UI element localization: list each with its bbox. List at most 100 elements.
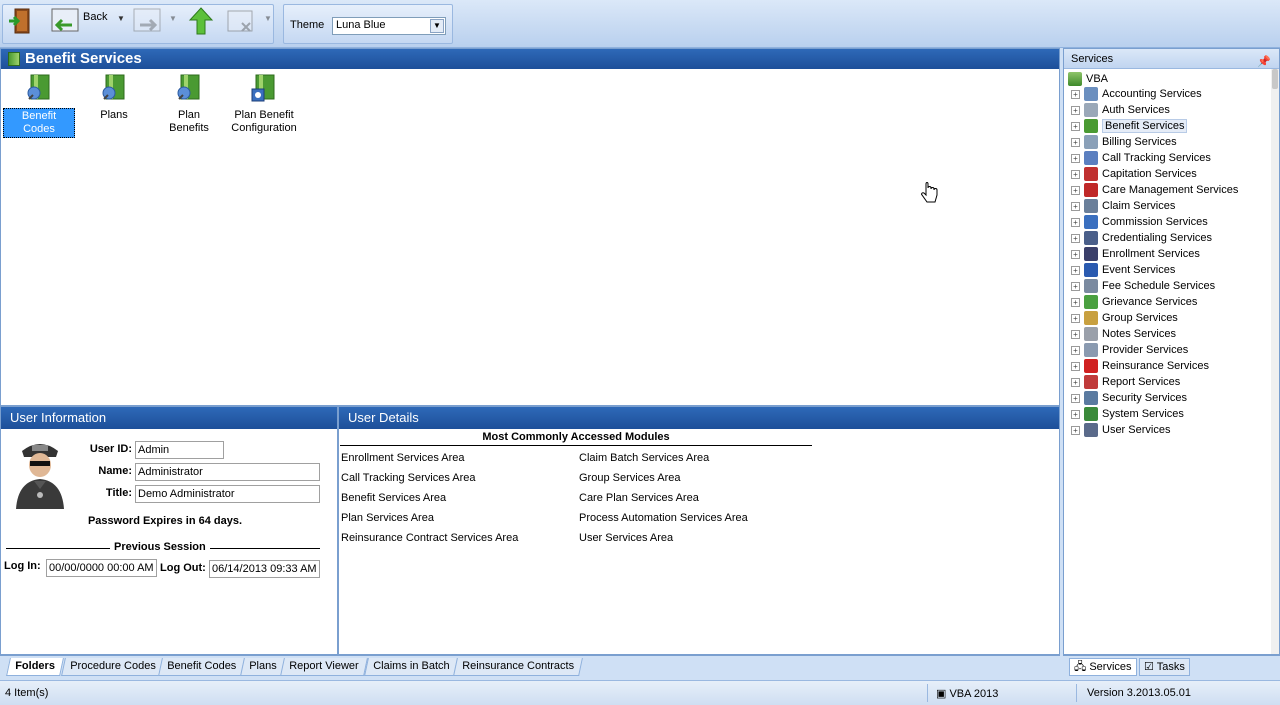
tree-item-call-tracking-services[interactable]: + Call Tracking Services xyxy=(1071,150,1211,166)
expand-icon[interactable]: + xyxy=(1071,249,1080,259)
expand-icon[interactable]: + xyxy=(1071,217,1080,227)
module-link[interactable]: Plan Services Area xyxy=(341,512,434,524)
module-link[interactable]: Claim Batch Services Area xyxy=(579,452,709,464)
tab-reinsurance-contracts[interactable]: Reinsurance Contracts xyxy=(453,658,583,676)
status-separator xyxy=(927,684,928,702)
expand-icon[interactable]: + xyxy=(1071,121,1080,131)
module-plans[interactable]: Plans xyxy=(93,73,135,123)
expand-icon[interactable]: + xyxy=(1071,345,1080,355)
tab-plans[interactable]: Plans xyxy=(240,658,286,676)
side-tab-strip: 🖧 Services ☑ Tasks xyxy=(1063,655,1280,678)
expand-icon[interactable]: + xyxy=(1071,201,1080,211)
expand-icon[interactable]: + xyxy=(1071,169,1080,179)
benefit-services-icon xyxy=(8,52,20,66)
close-window-icon[interactable] xyxy=(226,6,256,36)
tree-item-care-management-services[interactable]: + Care Management Services xyxy=(1071,182,1238,198)
tree-item-credentialing-services[interactable]: + Credentialing Services xyxy=(1071,230,1212,246)
vba-root-icon xyxy=(1068,72,1082,86)
expand-icon[interactable]: + xyxy=(1071,265,1080,275)
close-dropdown-icon[interactable]: ▼ xyxy=(264,14,272,23)
tab-claims-in-batch[interactable]: Claims in Batch xyxy=(364,658,459,676)
tree-item-user-services[interactable]: + User Services xyxy=(1071,422,1170,438)
module-link[interactable]: Reinsurance Contract Services Area xyxy=(341,532,518,544)
back-button[interactable]: Back xyxy=(83,11,107,23)
module-link[interactable]: Call Tracking Services Area xyxy=(341,472,476,484)
previous-session-heading: Previous Session xyxy=(110,541,210,553)
tree-item-grievance-services[interactable]: + Grievance Services xyxy=(1071,294,1197,310)
expand-icon[interactable]: + xyxy=(1071,425,1080,435)
notes-services-icon xyxy=(1084,327,1098,342)
expand-icon[interactable]: + xyxy=(1071,297,1080,307)
tree-item-provider-services[interactable]: + Provider Services xyxy=(1071,342,1188,358)
tasks-tab-icon: ☑ xyxy=(1144,661,1154,673)
expand-icon[interactable]: + xyxy=(1071,233,1080,243)
expand-icon[interactable]: + xyxy=(1071,329,1080,339)
expand-icon[interactable]: + xyxy=(1071,137,1080,147)
expand-icon[interactable]: + xyxy=(1071,409,1080,419)
expand-icon[interactable]: + xyxy=(1071,393,1080,403)
tree-root-vba[interactable]: VBA xyxy=(1068,72,1108,86)
back-arrow-icon[interactable] xyxy=(50,6,80,36)
tree-item-report-services[interactable]: + Report Services xyxy=(1071,374,1180,390)
version: Version 3.2013.05.01 xyxy=(1087,687,1191,699)
expand-icon[interactable]: + xyxy=(1071,313,1080,323)
module-link[interactable]: Process Automation Services Area xyxy=(579,512,748,524)
chevron-down-icon[interactable]: ▼ xyxy=(430,19,444,33)
module-link[interactable]: Care Plan Services Area xyxy=(579,492,699,504)
tree-item-capitation-services[interactable]: + Capitation Services xyxy=(1071,166,1197,182)
tree-item-notes-services[interactable]: + Notes Services xyxy=(1071,326,1176,342)
tree-item-benefit-services[interactable]: + Benefit Services xyxy=(1071,118,1188,134)
forward-dropdown-icon[interactable]: ▼ xyxy=(169,14,177,23)
theme-select[interactable]: Luna Blue ▼ xyxy=(332,17,446,35)
module-plan-benefits[interactable]: Plan Benefits xyxy=(155,73,223,136)
system-services-icon xyxy=(1084,407,1098,422)
scrollbar[interactable] xyxy=(1271,69,1279,654)
back-dropdown-icon[interactable]: ▼ xyxy=(117,14,125,23)
expand-icon[interactable]: + xyxy=(1071,153,1080,163)
expand-icon[interactable]: + xyxy=(1071,361,1080,371)
up-arrow-icon[interactable] xyxy=(186,6,216,36)
tab-benefit-codes[interactable]: Benefit Codes xyxy=(158,658,246,676)
user-information-title: User Information xyxy=(1,407,337,429)
services-panel-header: Services 📌 xyxy=(1064,49,1279,69)
security-services-icon xyxy=(1084,391,1098,406)
tree-root-label: VBA xyxy=(1086,72,1109,85)
module-benefit-codes[interactable]: Benefit Codes xyxy=(3,73,75,138)
tree-item-enrollment-services[interactable]: + Enrollment Services xyxy=(1071,246,1200,262)
tab-procedure-codes[interactable]: Procedure Codes xyxy=(61,658,165,676)
tree-item-reinsurance-services[interactable]: + Reinsurance Services xyxy=(1071,358,1209,374)
tab-label: Procedure Codes xyxy=(70,660,156,672)
user-id-label: User ID: xyxy=(89,443,132,455)
module-plan-benefit-configuration[interactable]: Plan Benefit Configuration xyxy=(229,73,299,136)
module-link[interactable]: Benefit Services Area xyxy=(341,492,446,504)
expand-icon[interactable]: + xyxy=(1071,281,1080,291)
tree-item-claim-services[interactable]: + Claim Services xyxy=(1071,198,1175,214)
expand-icon[interactable]: + xyxy=(1071,89,1080,99)
tab-folders[interactable]: Folders xyxy=(6,658,64,676)
tab-services[interactable]: 🖧 Services xyxy=(1069,658,1137,676)
exit-door-icon[interactable] xyxy=(6,6,36,36)
forward-arrow-icon[interactable] xyxy=(132,6,162,36)
tree-item-security-services[interactable]: + Security Services xyxy=(1071,390,1187,406)
tab-tasks[interactable]: ☑ Tasks xyxy=(1139,658,1190,676)
module-link[interactable]: User Services Area xyxy=(579,532,673,544)
scrollbar-thumb[interactable] xyxy=(1272,69,1278,89)
tree-item-label: Capitation Services xyxy=(1102,168,1197,180)
tree-item-billing-services[interactable]: + Billing Services xyxy=(1071,134,1177,150)
tree-item-system-services[interactable]: + System Services xyxy=(1071,406,1184,422)
tree-item-auth-services[interactable]: + Auth Services xyxy=(1071,102,1170,118)
expand-icon[interactable]: + xyxy=(1071,105,1080,115)
care-management-services-icon xyxy=(1084,183,1098,198)
tree-item-event-services[interactable]: + Event Services xyxy=(1071,262,1175,278)
pin-icon[interactable]: 📌 xyxy=(1257,52,1271,72)
expand-icon[interactable]: + xyxy=(1071,377,1080,387)
module-link[interactable]: Group Services Area xyxy=(579,472,681,484)
tree-item-group-services[interactable]: + Group Services xyxy=(1071,310,1178,326)
module-link[interactable]: Enrollment Services Area xyxy=(341,452,465,464)
panel-title-text: Benefit Services xyxy=(25,50,142,67)
tree-item-commission-services[interactable]: + Commission Services xyxy=(1071,214,1208,230)
expand-icon[interactable]: + xyxy=(1071,185,1080,195)
tree-item-fee-schedule-services[interactable]: + Fee Schedule Services xyxy=(1071,278,1215,294)
tree-item-accounting-services[interactable]: + Accounting Services xyxy=(1071,86,1202,102)
tab-report-viewer[interactable]: Report Viewer xyxy=(280,658,368,676)
